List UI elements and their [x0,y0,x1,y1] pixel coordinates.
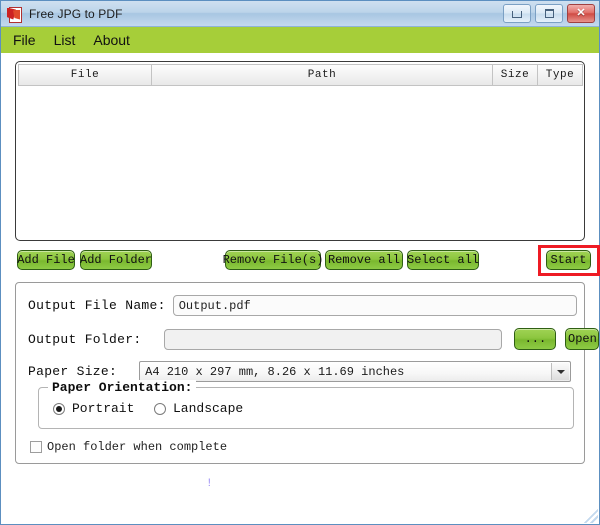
paper-size-value: A4 210 x 297 mm, 8.26 x 11.69 inches [145,364,405,379]
menu-item-file[interactable]: File [11,31,38,49]
paper-orientation-group-label: Paper Orientation: [48,380,197,395]
file-list-header: File Path Size Type [18,64,583,86]
window-title: Free JPG to PDF [29,6,123,21]
radio-landscape-icon[interactable] [154,402,166,415]
column-header-file[interactable]: File [18,64,152,86]
radio-portrait-icon[interactable] [53,402,65,415]
output-folder-label: Output Folder: [28,331,142,347]
orientation-portrait-label: Portrait [72,401,135,416]
close-icon: ✕ [576,7,586,19]
open-folder-button[interactable]: Open [565,328,600,350]
options-panel: Output File Name: Output.pdf Output Fold… [15,282,600,464]
paper-orientation-group: Paper Orientation: Portrait Landscape [38,380,574,429]
client-area: File Path Size Type Add File Add Folder … [1,53,600,524]
column-header-size[interactable]: Size [492,64,538,86]
caption-button-group: ✕ [503,4,595,23]
maximize-button[interactable] [535,4,563,23]
output-file-name-row: Output File Name: Output.pdf [28,295,577,316]
close-button[interactable]: ✕ [567,4,595,23]
app-icon [7,6,23,23]
output-file-name-input[interactable]: Output.pdf [172,295,577,316]
start-button[interactable]: Start [546,250,591,270]
status-area: ! [1,466,599,524]
open-folder-when-complete-label: Open folder when complete [47,440,228,454]
browse-folder-button[interactable]: ... [514,328,557,350]
menu-item-about[interactable]: About [91,31,132,49]
column-header-path[interactable]: Path [151,64,493,86]
select-all-button[interactable]: Select all [407,250,479,270]
orientation-landscape-option[interactable]: Landscape [154,401,243,416]
remove-all-button[interactable]: Remove all [325,250,403,270]
file-list[interactable]: File Path Size Type [15,61,585,241]
application-window: Free JPG to PDF ✕ File List About File P… [0,0,600,525]
output-folder-input[interactable] [164,328,503,350]
open-folder-checkbox-icon[interactable] [30,441,42,453]
title-bar: Free JPG to PDF ✕ [1,1,599,27]
action-button-row: Add File Add Folder Remove File(s) Remov… [1,245,600,278]
minimize-button[interactable] [503,4,531,23]
paper-size-row: Paper Size: A4 210 x 297 mm, 8.26 x 11.6… [28,361,572,382]
orientation-landscape-label: Landscape [173,401,244,416]
menu-bar: File List About [1,27,599,53]
chevron-down-icon[interactable] [551,363,570,380]
minimize-icon [512,11,522,18]
column-header-type[interactable]: Type [537,64,583,86]
file-list-body[interactable] [18,86,582,238]
output-file-name-label: Output File Name: [28,298,166,313]
paper-size-select[interactable]: A4 210 x 297 mm, 8.26 x 11.69 inches [139,361,572,382]
remove-files-button[interactable]: Remove File(s) [223,250,323,270]
orientation-portrait-option[interactable]: Portrait [53,401,134,416]
open-folder-when-complete-option[interactable]: Open folder when complete [30,440,227,454]
maximize-icon [544,9,554,18]
status-mark: ! [206,478,213,490]
add-file-button[interactable]: Add File [17,250,75,270]
output-folder-row: Output Folder: ... Open [28,328,600,350]
paper-size-label: Paper Size: [28,364,118,379]
menu-item-list[interactable]: List [52,31,78,49]
add-folder-button[interactable]: Add Folder [80,250,152,270]
